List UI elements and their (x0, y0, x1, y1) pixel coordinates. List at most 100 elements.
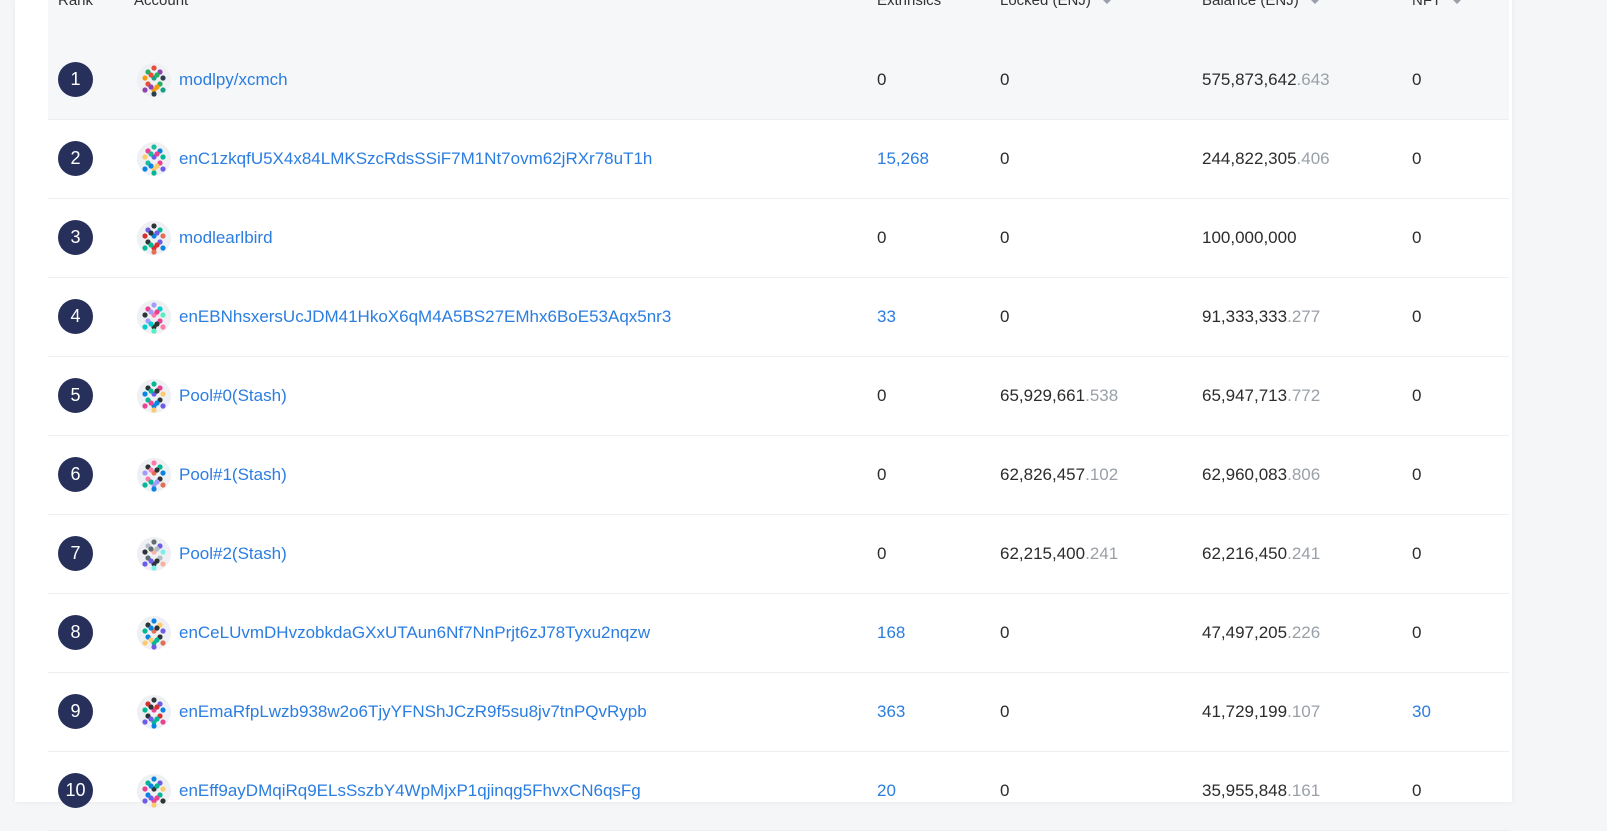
account-link[interactable]: enCeLUvmDHvzobkdaGXxUTAun6Nf7NnPrjt6zJ78… (179, 594, 650, 672)
locked-int: 0 (1000, 228, 1010, 247)
locked-int: 0 (1000, 149, 1010, 168)
locked-int: 62,826,457 (1000, 465, 1086, 484)
balance-dec: .643 (1296, 70, 1330, 89)
table-row: 2 enC1zkqfU5X4x84LMKSzcRdsSSiF7M1Nt7ovm6… (48, 120, 1509, 199)
balance-int: 47,497,205 (1202, 623, 1288, 642)
locked-value: 0 (1000, 199, 1009, 277)
balance-dec: .161 (1287, 781, 1321, 800)
extrinsics-value: 0 (877, 228, 887, 247)
header-account: Account (134, 0, 189, 9)
extrinsics-value[interactable]: 20 (877, 752, 896, 830)
rank-badge: 1 (58, 62, 93, 97)
nft-value[interactable]: 30 (1412, 673, 1431, 751)
nft-value: 0 (1412, 623, 1422, 642)
accounts-table: Rank Account Extrinsics Locked (ENJ) Bal… (48, 0, 1509, 831)
balance-int: 65,947,713 (1202, 386, 1288, 405)
account-link[interactable]: enC1zkqfU5X4x84LMKSzcRdsSSiF7M1Nt7ovm62j… (179, 120, 652, 198)
identicon-avatar (137, 616, 171, 650)
locked-int: 0 (1000, 781, 1010, 800)
identicon-avatar (137, 695, 171, 729)
balance-value: 62,960,083.806 (1202, 436, 1320, 514)
locked-value: 62,826,457.102 (1000, 436, 1118, 514)
identicon-avatar (137, 458, 171, 492)
balance-value: 244,822,305.406 (1202, 120, 1330, 198)
balance-dec: .277 (1287, 307, 1321, 326)
nft-value: 0 (1412, 386, 1422, 405)
table-row: 9 enEmaRfpLwzb938w2o6TjyYFNShJCzR9f5su8j… (48, 673, 1509, 752)
rank-badge: 6 (58, 457, 93, 492)
identicon-avatar (137, 379, 171, 413)
extrinsics-value: 0 (877, 386, 887, 405)
table-row: 1 modlpy/xcmch 0 0 575,873,642.643 0 (48, 41, 1509, 120)
table-row: 8 enCeLUvmDHvzobkdaGXxUTAun6Nf7NnPrjt6zJ… (48, 594, 1509, 673)
extrinsics-value[interactable]: 363 (877, 673, 905, 751)
account-link[interactable]: Pool#2(Stash) (179, 515, 287, 593)
locked-int: 0 (1000, 623, 1010, 642)
account-link[interactable]: modlearlbird (179, 199, 273, 277)
table-row: 5 Pool#0(Stash) 0 65,929,661.538 65,947,… (48, 357, 1509, 436)
header-locked-label: Locked (ENJ) (1000, 0, 1091, 9)
rank-badge: 2 (58, 141, 93, 176)
identicon-avatar (137, 300, 171, 334)
table-row: 6 Pool#1(Stash) 0 62,826,457.102 62,960,… (48, 436, 1509, 515)
table-body: 1 modlpy/xcmch 0 0 575,873,642.643 0 2 e… (48, 41, 1509, 831)
balance-int: 35,955,848 (1202, 781, 1288, 800)
locked-value: 62,215,400.241 (1000, 515, 1118, 593)
locked-dec: .241 (1085, 544, 1119, 563)
balance-int: 41,729,199 (1202, 702, 1288, 721)
balance-dec: .241 (1287, 544, 1321, 563)
header-rank: Rank (58, 0, 94, 9)
account-link[interactable]: Pool#0(Stash) (179, 357, 287, 435)
nft-value: 0 (1412, 228, 1422, 247)
extrinsics-value: 0 (877, 465, 887, 484)
locked-value: 0 (1000, 120, 1009, 198)
table-header: Rank Account Extrinsics Locked (ENJ) Bal… (48, 0, 1509, 41)
account-link[interactable]: enEmaRfpLwzb938w2o6TjyYFNShJCzR9f5su8jv7… (179, 673, 647, 751)
balance-int: 244,822,305 (1202, 149, 1297, 168)
rank-badge: 3 (58, 220, 93, 255)
balance-dec: .772 (1287, 386, 1321, 405)
sort-down-icon[interactable] (1100, 0, 1113, 5)
sort-down-icon[interactable] (1308, 0, 1321, 5)
extrinsics-value[interactable]: 168 (877, 594, 905, 672)
identicon-avatar (137, 537, 171, 571)
locked-int: 0 (1000, 70, 1010, 89)
identicon-avatar (137, 221, 171, 255)
balance-value: 47,497,205.226 (1202, 594, 1320, 672)
identicon-avatar (137, 774, 171, 808)
nft-value: 0 (1412, 70, 1422, 89)
locked-value: 0 (1000, 278, 1009, 356)
rank-badge: 8 (58, 615, 93, 650)
balance-int: 575,873,642 (1202, 70, 1297, 89)
header-extrinsics: Extrinsics (877, 0, 942, 9)
balance-value: 62,216,450.241 (1202, 515, 1320, 593)
balance-dec: .107 (1287, 702, 1321, 721)
extrinsics-value[interactable]: 33 (877, 278, 896, 356)
locked-value: 0 (1000, 594, 1009, 672)
balance-value: 41,729,199.107 (1202, 673, 1320, 751)
balance-value: 35,955,848.161 (1202, 752, 1320, 830)
header-balance[interactable]: Balance (ENJ) (1202, 0, 1321, 9)
extrinsics-value: 0 (877, 70, 887, 89)
rank-badge: 4 (58, 299, 93, 334)
balance-int: 62,960,083 (1202, 465, 1288, 484)
locked-int: 65,929,661 (1000, 386, 1086, 405)
locked-value: 65,929,661.538 (1000, 357, 1118, 435)
nft-value: 0 (1412, 465, 1422, 484)
balance-dec: .406 (1296, 149, 1330, 168)
account-link[interactable]: enEff9ayDMqiRq9ELsSszbY4WpMjxP1qjinqg5Fh… (179, 752, 641, 830)
account-link[interactable]: modlpy/xcmch (179, 41, 288, 119)
locked-value: 0 (1000, 752, 1009, 830)
locked-value: 0 (1000, 41, 1009, 119)
balance-value: 65,947,713.772 (1202, 357, 1320, 435)
locked-value: 0 (1000, 673, 1009, 751)
nft-value: 0 (1412, 781, 1422, 800)
header-locked[interactable]: Locked (ENJ) (1000, 0, 1113, 9)
header-nft-label: NFT (1412, 0, 1442, 9)
account-link[interactable]: Pool#1(Stash) (179, 436, 287, 514)
extrinsics-value[interactable]: 15,268 (877, 120, 929, 198)
sort-down-icon[interactable] (1451, 0, 1464, 5)
account-link[interactable]: enEBNhsxersUcJDM41HkoX6qM4A5BS27EMhx6BoE… (179, 278, 671, 356)
rank-badge: 9 (58, 694, 93, 729)
header-nft[interactable]: NFT (1412, 0, 1464, 9)
